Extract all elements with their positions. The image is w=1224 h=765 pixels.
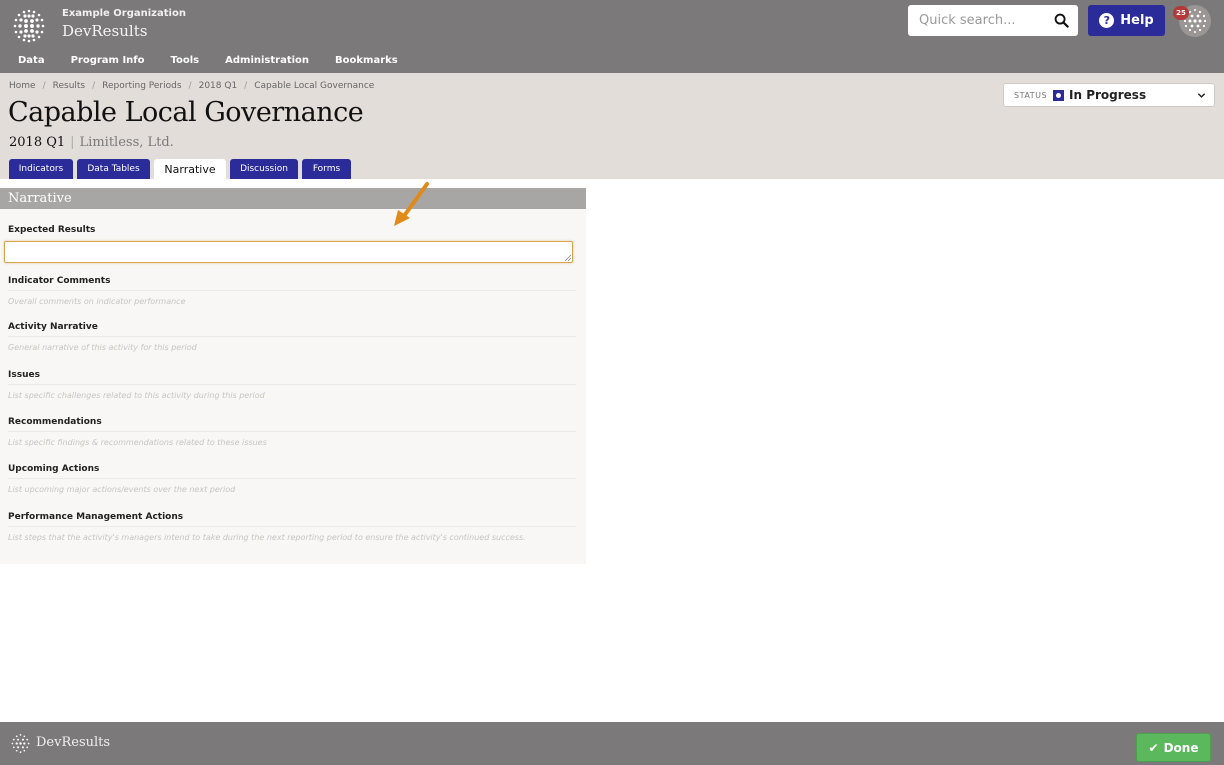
organization-name: Example Organization	[62, 8, 186, 19]
field-placeholder[interactable]: List specific findings & recommendations…	[8, 431, 576, 448]
status-indicator-icon	[1053, 89, 1065, 101]
breadcrumb: Home / Results / Reporting Periods / 201…	[9, 81, 374, 91]
field-recommendations[interactable]: Recommendations List specific findings &…	[8, 417, 576, 448]
divider: |	[70, 135, 75, 150]
page-tabs: Indicators Data Tables Narrative Discuss…	[9, 159, 355, 180]
breadcrumb-separator: /	[42, 81, 46, 91]
status-value: In Progress	[1069, 88, 1147, 102]
main-nav: Data Program Info Tools Administration B…	[18, 55, 424, 66]
page-header: Home / Results / Reporting Periods / 201…	[0, 73, 1224, 180]
tab-narrative[interactable]: Narrative	[154, 159, 226, 180]
search-icon[interactable]	[1054, 13, 1069, 28]
field-indicator-comments[interactable]: Indicator Comments Overall comments on i…	[8, 276, 576, 307]
top-bar: Example Organization DevResults Data Pro…	[0, 0, 1224, 73]
breadcrumb-separator: /	[92, 81, 96, 91]
globe-logo-icon[interactable]	[10, 7, 48, 45]
nav-item-data[interactable]: Data	[18, 55, 45, 66]
period-line: 2018 Q1 | Limitless, Ltd.	[9, 135, 174, 150]
nav-item-administration[interactable]: Administration	[225, 55, 309, 66]
chevron-down-icon	[1197, 93, 1206, 98]
field-label: Indicator Comments	[8, 276, 111, 286]
checkmark-icon: ✔	[1148, 740, 1159, 755]
field-placeholder[interactable]: List upcoming major actions/events over …	[8, 478, 576, 495]
field-label: Issues	[8, 370, 40, 380]
field-placeholder[interactable]: List steps that the activity's managers …	[8, 526, 576, 543]
done-button[interactable]: ✔ Done	[1136, 733, 1211, 762]
footer-bar: DevResults ✔ Done	[0, 722, 1224, 765]
quick-search	[908, 5, 1078, 36]
breadcrumb-results[interactable]: Results	[53, 81, 86, 91]
breadcrumb-period[interactable]: 2018 Q1	[199, 81, 238, 91]
field-placeholder[interactable]: Overall comments on indicator performanc…	[8, 290, 576, 307]
reporting-period: 2018 Q1	[9, 135, 66, 150]
breadcrumb-current: Capable Local Governance	[254, 81, 375, 91]
breadcrumb-separator: /	[188, 81, 192, 91]
tab-data-tables[interactable]: Data Tables	[77, 159, 150, 179]
resize-handle-icon[interactable]	[564, 254, 572, 262]
notification-badge[interactable]: 25	[1173, 6, 1189, 20]
field-expected-results: Expected Results	[8, 225, 576, 235]
partner-organization: Limitless, Ltd.	[79, 135, 174, 150]
nav-item-tools[interactable]: Tools	[171, 55, 200, 66]
field-label: Expected Results	[8, 225, 96, 235]
help-button-label: Help	[1120, 13, 1154, 28]
field-activity-narrative[interactable]: Activity Narrative General narrative of …	[8, 322, 576, 353]
globe-logo-icon	[11, 734, 30, 753]
search-input[interactable]	[908, 5, 1048, 36]
question-icon: ?	[1099, 13, 1115, 28]
field-label: Upcoming Actions	[8, 464, 100, 474]
status-select[interactable]: STATUS In Progress	[1003, 83, 1215, 107]
field-placeholder[interactable]: List specific challenges related to this…	[8, 384, 576, 401]
field-placeholder[interactable]: General narrative of this activity for t…	[8, 336, 576, 353]
page-title: Capable Local Governance	[8, 97, 364, 128]
field-performance-management-actions[interactable]: Performance Management Actions List step…	[8, 512, 576, 543]
status-label: STATUS	[1014, 90, 1048, 100]
breadcrumb-reporting-periods[interactable]: Reporting Periods	[102, 81, 181, 91]
breadcrumb-separator: /	[244, 81, 248, 91]
field-label: Performance Management Actions	[8, 512, 184, 522]
app-name: DevResults	[62, 22, 148, 40]
help-button[interactable]: ? Help	[1088, 5, 1165, 36]
breadcrumb-home[interactable]: Home	[9, 81, 36, 91]
tab-indicators[interactable]: Indicators	[9, 159, 73, 179]
panel-heading: Narrative	[0, 188, 586, 209]
nav-item-bookmarks[interactable]: Bookmarks	[335, 55, 398, 66]
tab-discussion[interactable]: Discussion	[230, 159, 298, 179]
narrative-panel: Narrative Expected Results Indicator Com…	[0, 188, 586, 564]
done-button-label: Done	[1163, 740, 1199, 755]
annotation-arrow-icon	[394, 182, 429, 226]
footer-brand: DevResults	[36, 735, 111, 750]
field-label: Activity Narrative	[8, 322, 98, 332]
field-issues[interactable]: Issues List specific challenges related …	[8, 370, 576, 401]
field-label: Recommendations	[8, 417, 102, 427]
expected-results-textarea[interactable]	[4, 241, 573, 263]
nav-item-program-info[interactable]: Program Info	[71, 55, 145, 66]
tab-forms[interactable]: Forms	[302, 159, 351, 179]
field-upcoming-actions[interactable]: Upcoming Actions List upcoming major act…	[8, 464, 576, 495]
